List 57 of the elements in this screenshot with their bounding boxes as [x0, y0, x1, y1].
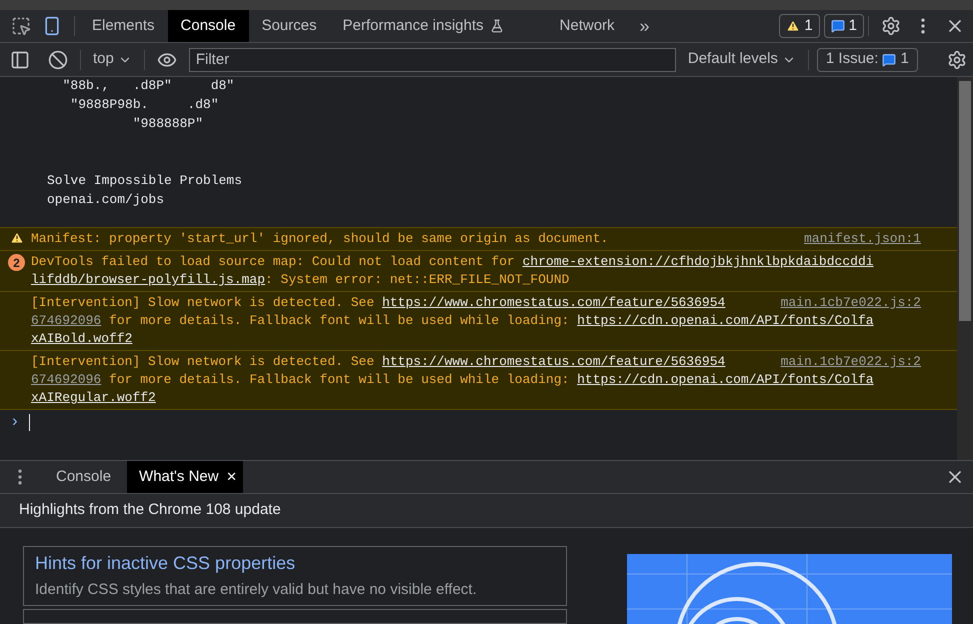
- ascii-art-line: ″88b., .d8P″ d8″: [62, 77, 234, 95]
- message-text: Manifest: property 'start_url' ignored, should be same origin as document.: [31, 230, 608, 248]
- inspect-icon[interactable]: [11, 16, 31, 36]
- panel-tab[interactable]: Network: [546, 10, 628, 42]
- message-icon: [830, 19, 845, 33]
- source-link[interactable]: manifest.json:1: [804, 230, 921, 248]
- warning-icon: [786, 19, 800, 33]
- prompt-glyph: ›: [10, 413, 20, 431]
- panel-tab[interactable]: Elements: [79, 10, 168, 42]
- message-link[interactable]: lifddb/browser-polyfill.js.map: [31, 271, 266, 289]
- repeat-count: 2: [8, 254, 25, 271]
- source-link[interactable]: main.1cb7e022.js:2: [780, 294, 921, 312]
- message-link[interactable]: xAIRegular.woff2: [31, 389, 156, 407]
- panel-tab[interactable]: Performance insights: [330, 10, 517, 42]
- feature-card[interactable]: [23, 608, 567, 624]
- levels-select[interactable]: Default levels: [680, 48, 804, 71]
- drawer-tab[interactable]: Console: [40, 461, 128, 493]
- feature-card[interactable]: Hints for inactive CSS properties Identify CSS styles that are entirely valid but have no visible effect.: [23, 546, 567, 606]
- message-link[interactable]: https://cdn.openai.com/API/fonts/Colfa: [577, 312, 874, 330]
- messages-counter[interactable]: 1: [824, 14, 864, 38]
- tab-close-glyph[interactable]: ×: [226, 464, 237, 490]
- warning-icon: [10, 231, 24, 245]
- source-link[interactable]: 674692096: [31, 371, 102, 389]
- source-link[interactable]: main.1cb7e022.js:2: [780, 353, 921, 371]
- issues-button[interactable]: 1 Issue: 1: [816, 48, 918, 72]
- ascii-art-line: ″988888P″: [132, 115, 204, 133]
- settings-icon[interactable]: [947, 50, 967, 70]
- whats-new-heading: Highlights from the Chrome 108 update: [19, 500, 281, 520]
- feature-title: Hints for inactive CSS properties: [35, 552, 296, 575]
- log-line: Solve Impossible Problems: [47, 172, 242, 190]
- source-link[interactable]: 674692096: [31, 312, 102, 330]
- sidebar-icon[interactable]: [10, 50, 30, 70]
- message-text: [Intervention] Slow network is detected. See: [31, 353, 376, 371]
- message-text: for more details. Fallback font will be used while loading:: [108, 312, 570, 330]
- message-text: [Intervention] Slow network is detected. See: [31, 294, 376, 312]
- context-select[interactable]: top: [85, 48, 140, 71]
- message-link[interactable]: xAIBold.woff2: [31, 330, 132, 348]
- message-link[interactable]: https://cdn.openai.com/API/fonts/Colfa: [577, 371, 874, 389]
- message-text: DevTools failed to load source map: Could not load content for: [31, 253, 516, 271]
- message-text: : System error: net::ERR_FILE_NOT_FOUND: [265, 271, 570, 289]
- panel-tab[interactable]: Sources: [248, 10, 330, 42]
- message-link[interactable]: chrome-extension://cfhdojbkjhnklbpkdaibdccddi: [522, 253, 874, 271]
- settings-icon[interactable]: [881, 16, 901, 36]
- filter-field[interactable]: Filter: [188, 48, 676, 72]
- warnings-counter[interactable]: 1: [779, 14, 820, 38]
- panel-tab[interactable]: Console: [168, 10, 249, 42]
- scrollbar[interactable]: [957, 77, 973, 460]
- drawer-tab[interactable]: What's New ×: [127, 461, 243, 493]
- message-link[interactable]: https://www.chromestatus.com/feature/5636954: [382, 294, 726, 312]
- clear-icon[interactable]: [48, 50, 68, 70]
- ascii-art-line: ″9888P98b. .d8″: [69, 96, 219, 114]
- message-text: for more details. Fallback font will be used while loading:: [108, 371, 570, 389]
- more-tabs[interactable]: »: [628, 12, 662, 40]
- feature-description: Identify CSS styles that are entirely valid but have no visible effect.: [35, 580, 478, 600]
- message-link[interactable]: https://www.chromestatus.com/feature/5636954: [382, 353, 726, 371]
- message-icon: [882, 52, 896, 66]
- log-line: openai.com/jobs: [47, 191, 164, 209]
